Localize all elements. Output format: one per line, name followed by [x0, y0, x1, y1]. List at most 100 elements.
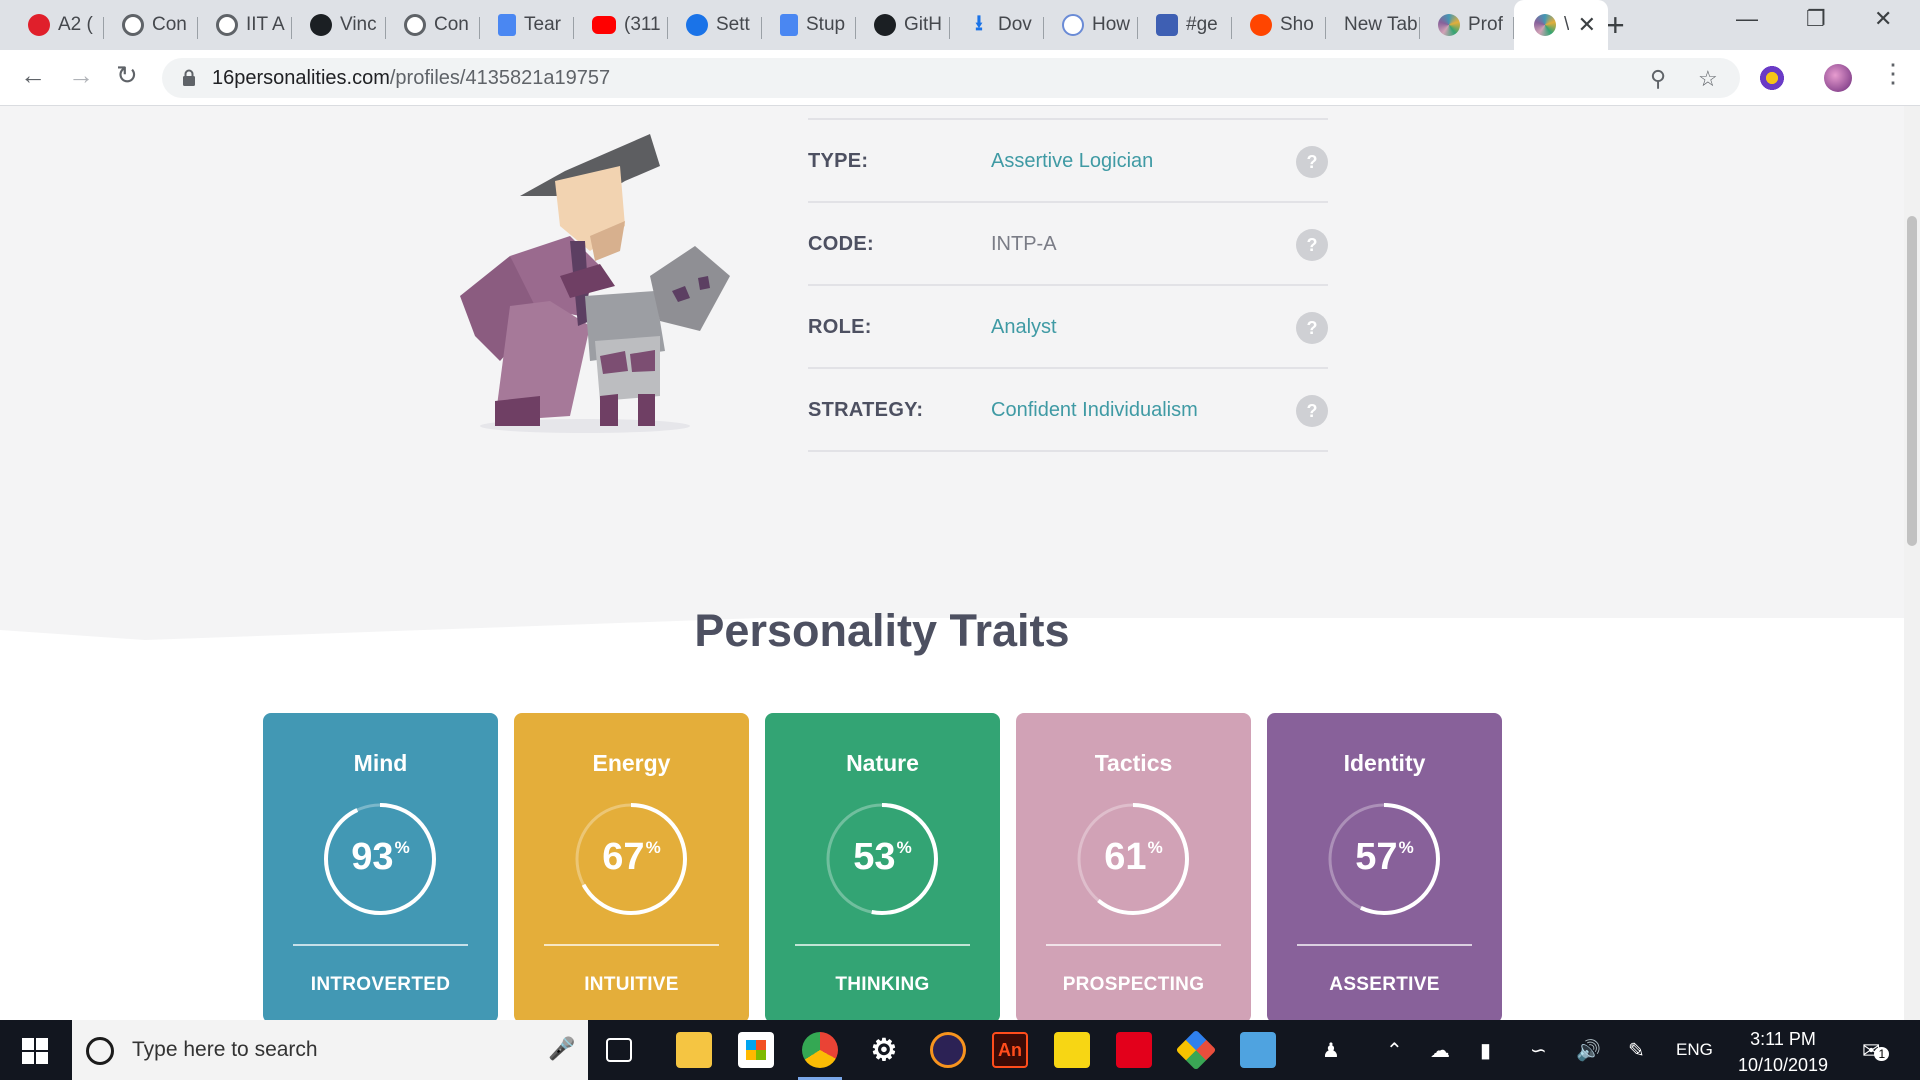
tab-title: Tear	[524, 14, 561, 35]
lock-icon	[183, 69, 195, 86]
page-scrollbar[interactable]	[1904, 106, 1920, 1020]
browser-tab[interactable]: GitH	[856, 8, 950, 42]
chrome-icon[interactable]	[798, 1032, 842, 1080]
trait-card-result: PROSPECTING	[1062, 974, 1205, 995]
trait-card-title: Tactics	[1094, 750, 1173, 776]
task-view-icon[interactable]	[606, 1038, 632, 1062]
settings-icon[interactable]: ⚙	[866, 1032, 902, 1068]
browser-tab[interactable]: How	[1044, 8, 1138, 42]
battery-icon[interactable]: ▮	[1480, 1038, 1491, 1063]
tray-chevron-icon[interactable]: ⌃	[1386, 1038, 1403, 1063]
browser-tab[interactable]: Prof	[1420, 8, 1514, 42]
trait-card-tactics[interactable]: Tactics 61% PROSPECTING	[1016, 713, 1251, 1020]
profile-row-type: TYPE: Assertive Logician ?	[808, 120, 1328, 203]
trait-card-mind[interactable]: Mind 93% INTROVERTED	[263, 713, 498, 1020]
forward-icon[interactable]: →	[68, 60, 94, 91]
store-icon[interactable]	[738, 1032, 774, 1068]
browser-tab[interactable]: ⭳ Dov	[950, 8, 1044, 42]
percent-number: 53	[853, 836, 896, 878]
card-divider	[293, 944, 468, 946]
help-icon[interactable]: ?	[1296, 395, 1328, 427]
tab-title: Prof	[1468, 14, 1503, 35]
language-indicator[interactable]: ENG	[1676, 1040, 1713, 1060]
percent-value: 57%	[1267, 836, 1502, 879]
url-text[interactable]: 16personalities.com/profiles/4135821a197…	[212, 67, 610, 90]
animate-label: An	[998, 1039, 1022, 1060]
reddit-icon	[1250, 14, 1272, 36]
browser-tab[interactable]: New Tab	[1326, 8, 1420, 42]
tab-title: IIT A	[246, 14, 285, 35]
avatar[interactable]	[1824, 64, 1852, 92]
back-icon[interactable]: ←	[20, 60, 46, 91]
notification-icon[interactable]: ✉1	[1862, 1038, 1890, 1064]
trait-card-energy[interactable]: Energy 67% INTUITIVE	[514, 713, 749, 1020]
browser-tab[interactable]: Stup	[762, 8, 856, 42]
windows-taskbar: Type here to search 🎤 ⚙ An ♟ ⌃ ☁ ▮ ∽ 🔊 ✎…	[0, 1020, 1920, 1080]
restore-icon[interactable]: ❐	[1806, 6, 1826, 32]
clock-date: 10/10/2019	[1737, 1055, 1829, 1075]
trait-card-nature[interactable]: Nature 53% THINKING	[765, 713, 1000, 1020]
menu-icon[interactable]: ⋮	[1880, 58, 1906, 89]
tab-close-icon[interactable]: ✕	[1578, 12, 1596, 38]
browser-tab[interactable]: (311	[574, 8, 668, 42]
type-value-link[interactable]: Assertive Logician	[991, 150, 1153, 173]
percent-value: 53%	[765, 836, 1000, 879]
eclipse-icon[interactable]	[930, 1032, 966, 1068]
onedrive-icon[interactable]: ☁	[1430, 1038, 1450, 1063]
github-icon	[874, 14, 896, 36]
help-icon[interactable]: ?	[1296, 312, 1328, 344]
cex-icon[interactable]	[1116, 1032, 1152, 1068]
reload-icon[interactable]: ↻	[116, 60, 138, 91]
file-explorer-icon[interactable]	[676, 1032, 712, 1068]
clock[interactable]: 3:11 PM 10/10/2019	[1718, 1026, 1848, 1078]
browser-tab[interactable]: Tear	[480, 8, 574, 42]
help-icon[interactable]: ?	[1296, 146, 1328, 178]
percent-sign: %	[1398, 838, 1414, 857]
wifi-icon[interactable]: ∽	[1530, 1038, 1547, 1063]
browser-tab[interactable]: IIT A	[198, 8, 292, 42]
browser-tab[interactable]: #ge	[1138, 8, 1232, 42]
strategy-value-link[interactable]: Confident Individualism	[991, 399, 1198, 422]
animate-icon[interactable]: An	[992, 1032, 1028, 1068]
git-tool-icon[interactable]	[1175, 1029, 1217, 1071]
profile-row-role: ROLE: Analyst ?	[808, 286, 1328, 369]
taskbar-search[interactable]: Type here to search 🎤	[72, 1020, 588, 1080]
microphone-icon[interactable]: 🎤	[548, 1036, 575, 1062]
volume-icon[interactable]: 🔊	[1576, 1038, 1601, 1063]
minimize-icon[interactable]: —	[1736, 6, 1758, 32]
browser-tab[interactable]: Con	[104, 8, 198, 42]
tab-active[interactable]: \ ✕	[1514, 0, 1608, 50]
tab-title: #ge	[1186, 14, 1218, 35]
extension-icon[interactable]	[1758, 64, 1786, 92]
media-player-icon[interactable]	[1240, 1032, 1276, 1068]
scrollbar-thumb[interactable]	[1907, 216, 1917, 546]
trait-card-identity[interactable]: Identity 57% ASSERTIVE	[1267, 713, 1502, 1020]
help-icon[interactable]: ?	[1296, 229, 1328, 261]
strategy-label: STRATEGY:	[808, 399, 924, 421]
pen-icon[interactable]: ✎	[1628, 1038, 1645, 1063]
tab-title: Stup	[806, 14, 846, 35]
new-tab-button[interactable]: +	[1606, 8, 1625, 42]
browser-tab[interactable]: Sho	[1232, 8, 1326, 42]
download-icon: ⭳	[975, 10, 983, 35]
role-label: ROLE:	[808, 316, 872, 338]
url-path: /profiles/4135821a19757	[389, 67, 611, 89]
profile-row-strategy: STRATEGY: Confident Individualism ?	[808, 369, 1328, 452]
browser-tab[interactable]: Con	[386, 8, 480, 42]
browser-tab[interactable]: A2 (	[10, 8, 104, 42]
windows-start-icon[interactable]	[22, 1038, 48, 1064]
trait-card-result: THINKING	[835, 974, 930, 995]
bookmark-star-icon[interactable]: ☆	[1698, 66, 1718, 92]
red-dot-icon	[28, 14, 50, 36]
card-divider	[1297, 944, 1472, 946]
window-close-icon[interactable]: ✕	[1874, 6, 1892, 32]
role-value-link[interactable]: Analyst	[991, 316, 1057, 339]
browser-tab[interactable]: Sett	[668, 8, 762, 42]
address-bar[interactable]: 16personalities.com/profiles/4135821a197…	[162, 58, 1740, 98]
tab-title: Sett	[716, 14, 750, 35]
browser-tab[interactable]: Vinc	[292, 8, 386, 42]
globe-icon	[404, 14, 426, 36]
zoom-icon[interactable]: ⚲	[1650, 66, 1666, 92]
people-icon[interactable]: ♟	[1322, 1038, 1340, 1063]
sticky-notes-icon[interactable]	[1054, 1032, 1090, 1068]
